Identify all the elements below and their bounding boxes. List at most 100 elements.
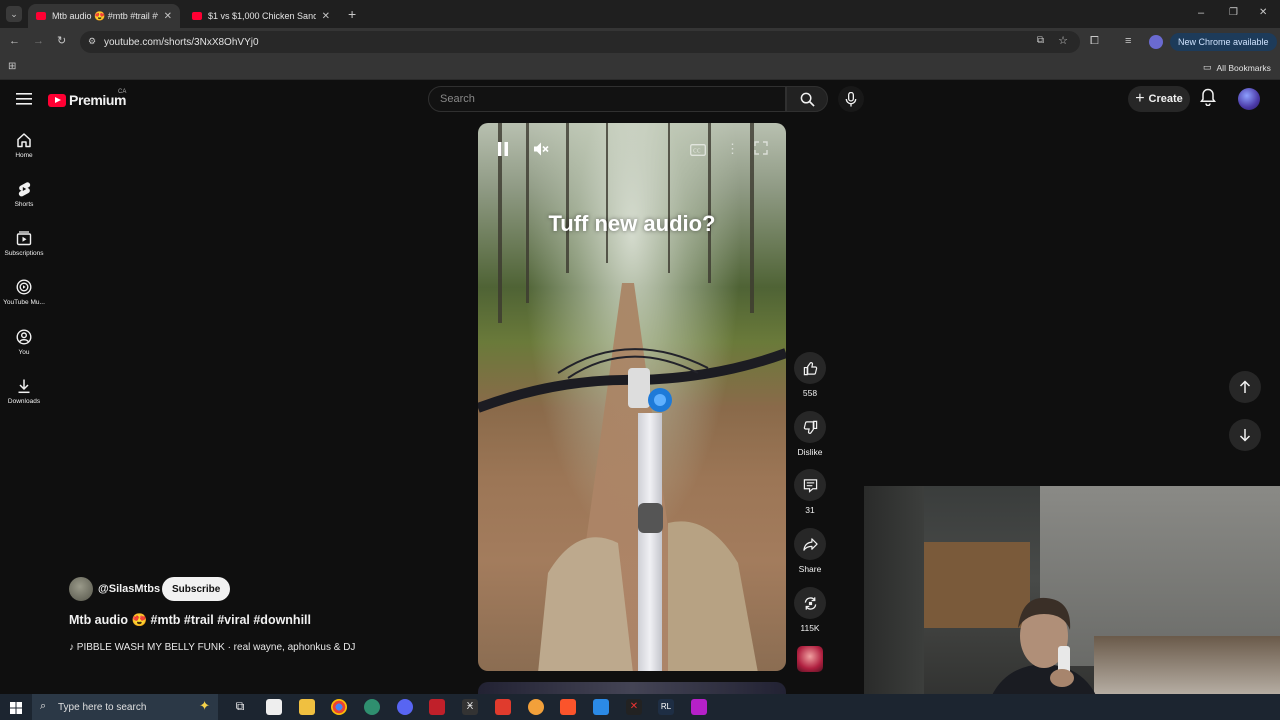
folder-icon: ▭: [1203, 62, 1212, 72]
vs-code-icon[interactable]: [593, 699, 609, 715]
voice-search-button[interactable]: [838, 86, 864, 112]
share-button[interactable]: Share: [790, 528, 830, 574]
back-icon[interactable]: ←: [9, 35, 20, 47]
minimize-icon[interactable]: –: [1198, 7, 1204, 19]
file-explorer-icon[interactable]: [299, 699, 315, 715]
search-button[interactable]: [786, 86, 828, 112]
taskbar-app-icon[interactable]: [429, 699, 445, 715]
chrome-taskbar-icon[interactable]: [331, 699, 347, 715]
install-app-icon[interactable]: ⧉: [1037, 35, 1044, 46]
youtube-favicon-icon: [192, 12, 202, 20]
site-info-icon[interactable]: ⚙: [88, 36, 96, 47]
sidebar-item-home[interactable]: Home: [0, 132, 48, 159]
search-input[interactable]: Search: [428, 86, 786, 112]
comment-icon: [803, 478, 817, 493]
apps-grid-icon[interactable]: ⊞: [8, 61, 16, 72]
sidebar-item-you[interactable]: You: [0, 329, 48, 356]
next-short-button[interactable]: [1229, 419, 1261, 451]
reload-icon[interactable]: ↻: [57, 34, 66, 47]
taskbar-app-icon[interactable]: RL: [658, 699, 674, 715]
reading-list-icon[interactable]: ≡: [1125, 35, 1131, 47]
original-sound-thumbnail[interactable]: [797, 646, 823, 672]
tab-chicken-sandwich[interactable]: $1 vs $1,000 Chicken Sandwich ✕: [184, 4, 338, 28]
browser-tab-strip: ⌄ Mtb audio 😍 #mtb #trail #vira ✕ $1 vs …: [0, 0, 1280, 28]
video-tree: [668, 123, 670, 273]
you-icon: [16, 329, 32, 345]
create-button[interactable]: + Create: [1128, 86, 1190, 112]
extensions-icon[interactable]: ⧠: [1090, 35, 1099, 48]
shorts-icon: [18, 182, 31, 197]
browser-toolbar: ← → ↻ ⚙ youtube.com/shorts/3NxX8OhVYj0 ⧉…: [0, 28, 1280, 56]
sidebar-item-downloads[interactable]: Downloads: [0, 378, 48, 405]
profile-avatar-icon[interactable]: [1149, 35, 1163, 49]
dislike-button[interactable]: Dislike: [790, 411, 830, 457]
remix-button[interactable]: 115K: [790, 587, 830, 633]
arrow-down-icon: [1239, 429, 1251, 442]
taskbar-app-icon[interactable]: [691, 699, 707, 715]
comments-button[interactable]: 31: [790, 469, 830, 515]
microphone-icon: [845, 91, 857, 107]
mute-button[interactable]: [532, 140, 550, 163]
account-avatar[interactable]: [1238, 88, 1260, 110]
video-tree: [708, 123, 711, 283]
remix-icon: [804, 596, 816, 610]
url-text: youtube.com/shorts/3NxX8OhVYj0: [104, 36, 259, 48]
bookmarks-bar: ⊞ ▭ All Bookmarks: [0, 56, 1280, 80]
taskbar-app-icon[interactable]: ✕: [626, 699, 642, 715]
new-tab-icon[interactable]: +: [348, 6, 356, 22]
channel-avatar[interactable]: [69, 577, 93, 601]
bookmark-star-icon[interactable]: ☆: [1058, 34, 1068, 47]
tab-search-icon[interactable]: ⌄: [6, 6, 22, 22]
windows-start-icon[interactable]: [10, 701, 22, 719]
video-tree: [606, 123, 608, 263]
subscriptions-icon: [16, 231, 32, 246]
tab-mtb-audio[interactable]: Mtb audio 😍 #mtb #trail #vira ✕: [28, 4, 180, 28]
close-tab-icon[interactable]: ✕: [164, 11, 172, 22]
youtube-music-icon: [16, 279, 32, 295]
video-caption-overlay: Tuff new audio?: [548, 211, 716, 236]
close-tab-icon[interactable]: ✕: [322, 11, 330, 22]
restore-icon[interactable]: ❐: [1229, 7, 1238, 18]
taskbar-app-icon[interactable]: [364, 699, 380, 715]
captions-button[interactable]: CC: [690, 143, 706, 161]
taskbar-search-icon: ⌕: [40, 700, 47, 712]
sidebar-item-subscriptions[interactable]: Subscriptions: [0, 230, 48, 257]
youtube-logo-icon: [48, 93, 66, 107]
address-bar[interactable]: ⚙ youtube.com/shorts/3NxX8OhVYj0 ⧉ ☆: [80, 31, 1080, 53]
previous-short-button[interactable]: [1229, 371, 1261, 403]
notifications-button[interactable]: [1200, 88, 1216, 111]
pause-button[interactable]: [496, 141, 510, 162]
subscribe-button[interactable]: Subscribe: [162, 577, 231, 601]
brave-browser-icon[interactable]: [560, 699, 576, 715]
fullscreen-button[interactable]: [754, 141, 768, 160]
taskbar-app-capcut-icon[interactable]: [266, 699, 282, 715]
video-tree: [566, 123, 569, 273]
all-bookmarks-button[interactable]: ▭ All Bookmarks: [1203, 62, 1271, 73]
taskbar-app-icon[interactable]: [495, 699, 511, 715]
shorts-video-player[interactable]: Tuff new audio? CC ⋮: [478, 123, 786, 671]
taskbar-app-icon[interactable]: [528, 699, 544, 715]
channel-handle[interactable]: @SilasMtbs: [98, 583, 160, 595]
taskbar-app-icon[interactable]: Ӿ: [462, 699, 478, 715]
share-icon: [802, 537, 818, 551]
youtube-premium-logo[interactable]: Premium CA: [48, 89, 127, 108]
thumbs-up-icon: [803, 361, 817, 375]
like-button[interactable]: 558: [790, 352, 830, 398]
thumbs-down-icon: [803, 420, 817, 434]
sidebar-item-shorts[interactable]: Shorts: [0, 181, 48, 208]
webcam-overlay: [864, 486, 1280, 720]
new-chrome-available-button[interactable]: New Chrome available: [1170, 33, 1277, 51]
forward-icon[interactable]: →: [33, 35, 44, 47]
discord-icon[interactable]: [397, 699, 413, 715]
more-options-icon[interactable]: ⋮: [726, 141, 739, 157]
sidebar-item-youtube-music[interactable]: YouTube Mu...: [0, 279, 48, 306]
task-view-icon[interactable]: ⧉: [232, 699, 248, 715]
taskbar-search-input[interactable]: ⌕ Type here to search ✦: [32, 694, 218, 720]
hamburger-menu-icon[interactable]: [16, 92, 32, 111]
window-close-icon[interactable]: ✕: [1259, 7, 1267, 18]
downloads-icon: [18, 379, 30, 394]
video-rider-legs: [538, 503, 758, 671]
music-track-link[interactable]: ♪ PIBBLE WASH MY BELLY FUNK · real wayne…: [69, 642, 355, 653]
captions-icon: CC: [690, 144, 706, 156]
home-icon: [17, 133, 31, 148]
